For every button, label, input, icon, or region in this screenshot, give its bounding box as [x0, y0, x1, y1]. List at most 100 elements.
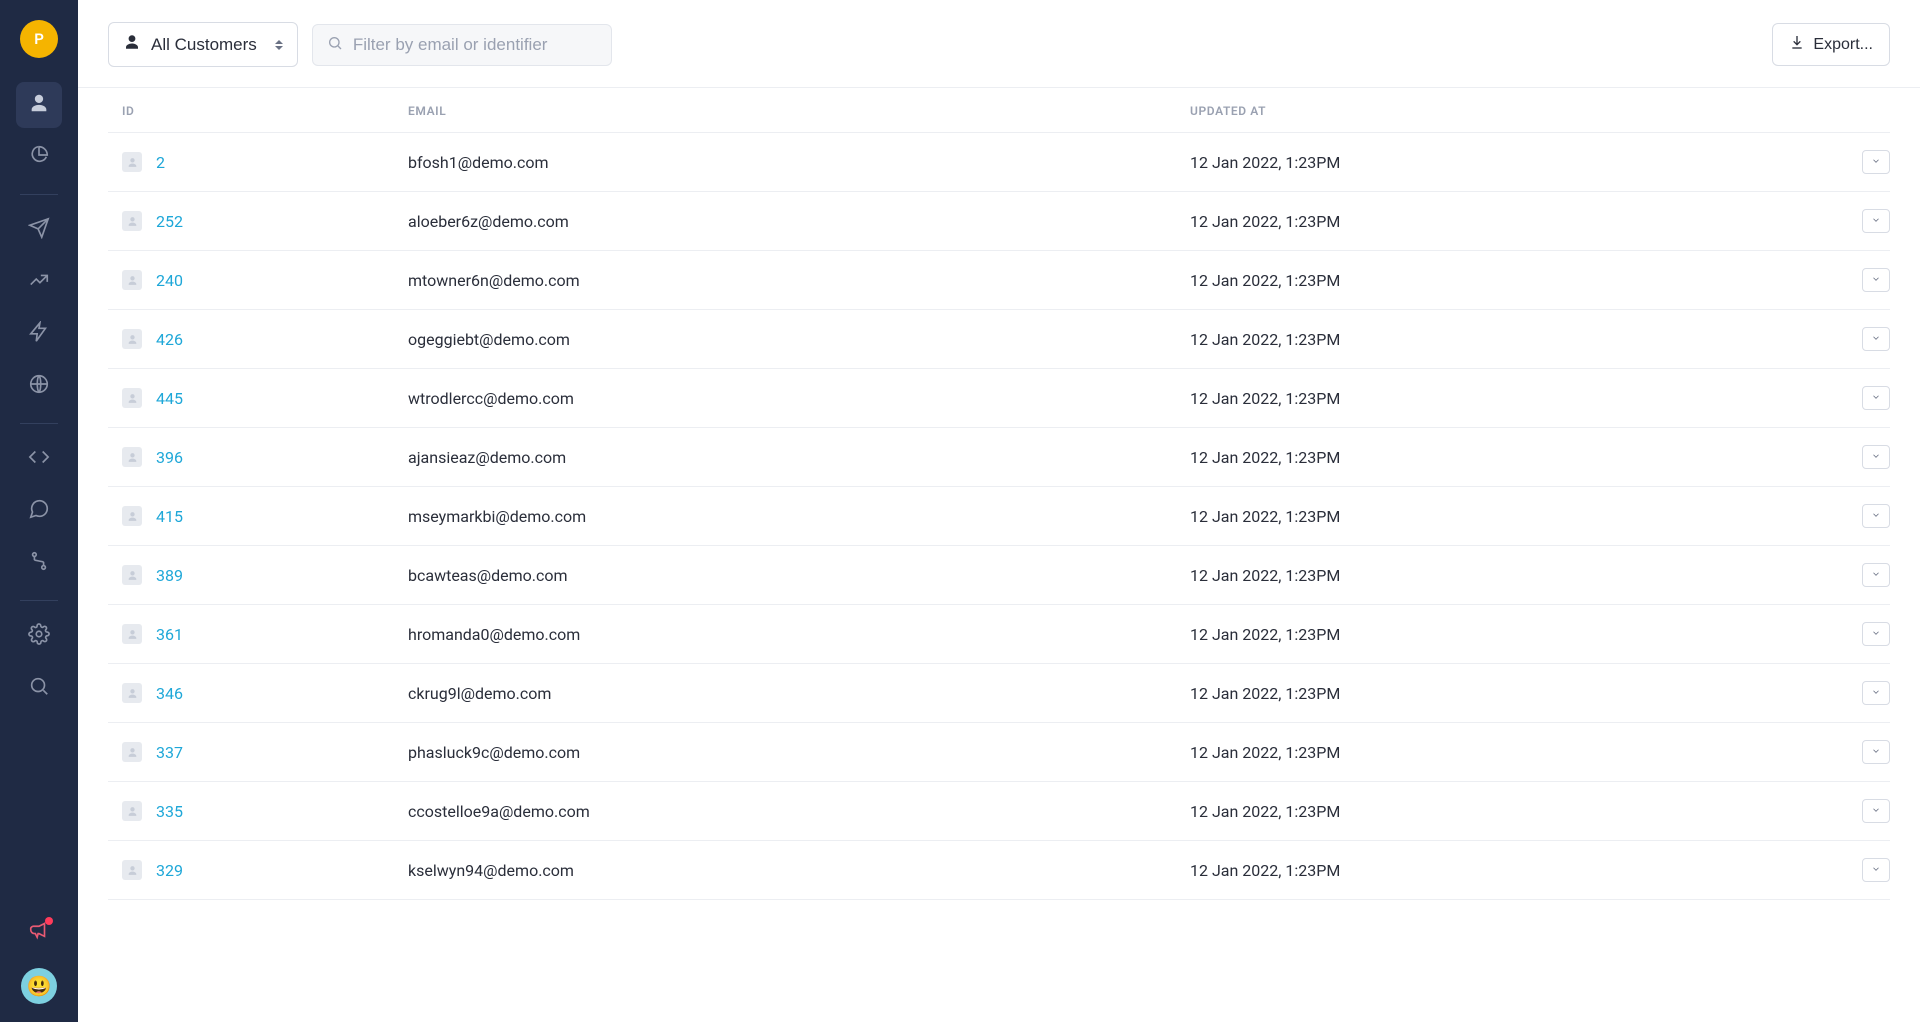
row-actions-button[interactable]	[1862, 622, 1890, 646]
globe-icon	[28, 373, 50, 399]
customer-id-link[interactable]: 445	[156, 389, 183, 408]
customer-email: ckrug9l@demo.com	[408, 684, 1190, 703]
nav-divider	[20, 194, 58, 195]
table-row: 426 ogeggiebt@demo.com12 Jan 2022, 1:23PM	[108, 310, 1890, 369]
customer-email: mseymarkbi@demo.com	[408, 507, 1190, 526]
customer-id-link[interactable]: 329	[156, 861, 183, 880]
customer-email: kselwyn94@demo.com	[408, 861, 1190, 880]
avatar-placeholder-icon	[122, 683, 142, 703]
row-actions-button[interactable]	[1862, 445, 1890, 469]
row-actions-button[interactable]	[1862, 740, 1890, 764]
nav-chat[interactable]	[16, 488, 62, 534]
row-actions-button[interactable]	[1862, 858, 1890, 882]
nav-notifications[interactable]	[16, 908, 62, 954]
chevron-down-icon	[1871, 154, 1881, 170]
avatar-placeholder-icon	[122, 742, 142, 762]
nav-settings[interactable]	[16, 613, 62, 659]
chevron-down-icon	[1871, 449, 1881, 465]
avatar-placeholder-icon	[122, 565, 142, 585]
segment-filter-button[interactable]: All Customers	[108, 22, 298, 67]
avatar-placeholder-icon	[122, 860, 142, 880]
search-input[interactable]	[353, 35, 597, 55]
export-button[interactable]: Export...	[1772, 23, 1890, 66]
chevron-down-icon	[1871, 390, 1881, 406]
nav-events[interactable]	[16, 311, 62, 357]
customer-id-link[interactable]: 415	[156, 507, 183, 526]
chevron-down-icon	[1871, 626, 1881, 642]
row-actions-button[interactable]	[1862, 327, 1890, 351]
chevron-down-icon	[1871, 213, 1881, 229]
avatar-placeholder-icon	[122, 211, 142, 231]
avatar-placeholder-icon	[122, 270, 142, 290]
row-actions-button[interactable]	[1862, 504, 1890, 528]
chevron-down-icon	[1871, 508, 1881, 524]
table-row: 2 bfosh1@demo.com12 Jan 2022, 1:23PM	[108, 133, 1890, 192]
customer-updated-at: 12 Jan 2022, 1:23PM	[1190, 389, 1830, 408]
nav-world[interactable]	[16, 363, 62, 409]
customer-updated-at: 12 Jan 2022, 1:23PM	[1190, 153, 1830, 172]
export-label: Export...	[1813, 36, 1873, 54]
avatar-placeholder-icon	[122, 506, 142, 526]
row-actions-button[interactable]	[1862, 209, 1890, 233]
user-avatar[interactable]: 😃	[21, 968, 57, 1004]
avatar-placeholder-icon	[122, 801, 142, 821]
avatar-placeholder-icon	[122, 388, 142, 408]
customer-id-link[interactable]: 346	[156, 684, 183, 703]
customer-id-link[interactable]: 361	[156, 625, 183, 644]
nav-campaigns[interactable]	[16, 207, 62, 253]
customer-id-link[interactable]: 389	[156, 566, 183, 585]
customer-updated-at: 12 Jan 2022, 1:23PM	[1190, 330, 1830, 349]
customer-id-link[interactable]: 426	[156, 330, 183, 349]
customer-email: hromanda0@demo.com	[408, 625, 1190, 644]
nav-customers[interactable]	[16, 82, 62, 128]
customer-email: ogeggiebt@demo.com	[408, 330, 1190, 349]
row-actions-button[interactable]	[1862, 150, 1890, 174]
main: All Customers Export... ID EMAIL UPDA	[78, 0, 1920, 1022]
nav-code[interactable]	[16, 436, 62, 482]
nav-search[interactable]	[16, 665, 62, 711]
chevron-down-icon	[1871, 862, 1881, 878]
customer-email: ajansieaz@demo.com	[408, 448, 1190, 467]
workspace-avatar[interactable]: P	[20, 20, 58, 58]
search-icon	[28, 675, 50, 701]
select-chevrons-icon	[275, 40, 283, 50]
th-updated-at[interactable]: UPDATED AT	[1190, 104, 1830, 118]
notification-dot-icon	[45, 917, 53, 925]
customer-updated-at: 12 Jan 2022, 1:23PM	[1190, 507, 1830, 526]
th-email[interactable]: EMAIL	[408, 104, 1190, 118]
customer-updated-at: 12 Jan 2022, 1:23PM	[1190, 448, 1830, 467]
sidebar: P	[0, 0, 78, 1022]
pie-chart-icon	[28, 144, 50, 170]
customer-updated-at: 12 Jan 2022, 1:23PM	[1190, 684, 1830, 703]
nav-analytics[interactable]	[16, 134, 62, 180]
nav-flow[interactable]	[16, 540, 62, 586]
chevron-down-icon	[1871, 331, 1881, 347]
gear-icon	[28, 623, 50, 649]
nav-growth[interactable]	[16, 259, 62, 305]
customer-id-link[interactable]: 337	[156, 743, 183, 762]
table-row: 346 ckrug9l@demo.com12 Jan 2022, 1:23PM	[108, 664, 1890, 723]
customer-updated-at: 12 Jan 2022, 1:23PM	[1190, 861, 1830, 880]
customers-table: ID EMAIL UPDATED AT 2bfosh1@demo.com12 J…	[78, 88, 1920, 1022]
customer-id-link[interactable]: 240	[156, 271, 183, 290]
customer-email: bfosh1@demo.com	[408, 153, 1190, 172]
customer-email: wtrodlercc@demo.com	[408, 389, 1190, 408]
customer-id-link[interactable]: 2	[156, 153, 165, 172]
row-actions-button[interactable]	[1862, 268, 1890, 292]
row-actions-button[interactable]	[1862, 799, 1890, 823]
customer-id-link[interactable]: 252	[156, 212, 183, 231]
download-icon	[1789, 34, 1805, 55]
customer-id-link[interactable]: 335	[156, 802, 183, 821]
table-header: ID EMAIL UPDATED AT	[108, 88, 1890, 133]
customer-updated-at: 12 Jan 2022, 1:23PM	[1190, 625, 1830, 644]
table-row: 337phasluck9c@demo.com12 Jan 2022, 1:23P…	[108, 723, 1890, 782]
customer-updated-at: 12 Jan 2022, 1:23PM	[1190, 566, 1830, 585]
chevron-down-icon	[1871, 567, 1881, 583]
customer-id-link[interactable]: 396	[156, 448, 183, 467]
row-actions-button[interactable]	[1862, 563, 1890, 587]
th-id[interactable]: ID	[108, 104, 408, 118]
row-actions-button[interactable]	[1862, 681, 1890, 705]
row-actions-button[interactable]	[1862, 386, 1890, 410]
flow-icon	[28, 550, 50, 576]
search-field[interactable]	[312, 24, 612, 66]
